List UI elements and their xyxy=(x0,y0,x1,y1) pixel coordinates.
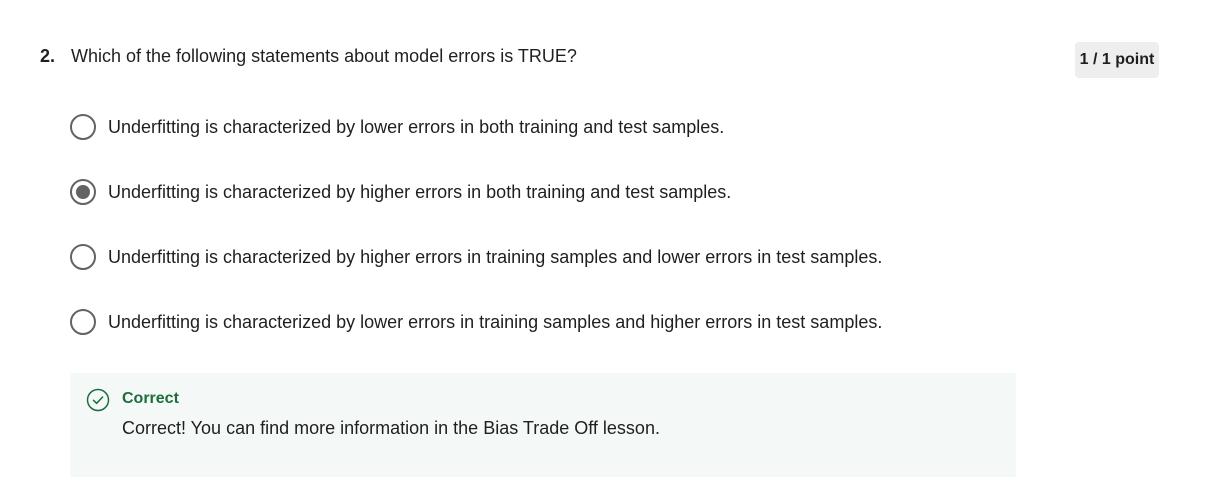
question-header: 2. Which of the following statements abo… xyxy=(40,44,577,68)
answer-option-1[interactable]: Underfitting is characterized by lower e… xyxy=(70,114,882,140)
radio-button[interactable] xyxy=(70,114,96,140)
question-number: 2. xyxy=(40,46,56,66)
answer-option-label: Underfitting is characterized by higher … xyxy=(108,182,732,202)
score-badge: 1 / 1 point xyxy=(1075,42,1159,78)
answer-option-4[interactable]: Underfitting is characterized by lower e… xyxy=(70,309,882,335)
radio-button[interactable] xyxy=(70,244,96,270)
radio-dot xyxy=(76,185,90,199)
feedback-message: Correct! You can find more information i… xyxy=(122,418,660,438)
answer-options: Underfitting is characterized by lower e… xyxy=(70,114,882,374)
feedback-panel: Correct Correct! You can find more infor… xyxy=(70,373,1016,477)
answer-option-label: Underfitting is characterized by lower e… xyxy=(108,117,725,137)
check-circle-icon xyxy=(86,388,110,412)
answer-option-3[interactable]: Underfitting is characterized by higher … xyxy=(70,244,882,270)
question-text: Which of the following statements about … xyxy=(71,46,577,66)
answer-option-label: Underfitting is characterized by higher … xyxy=(108,247,883,267)
feedback-status: Correct xyxy=(122,390,179,407)
radio-button[interactable] xyxy=(70,309,96,335)
answer-option-2[interactable]: Underfitting is characterized by higher … xyxy=(70,179,882,205)
answer-option-label: Underfitting is characterized by lower e… xyxy=(108,312,883,332)
radio-button[interactable] xyxy=(70,179,96,205)
